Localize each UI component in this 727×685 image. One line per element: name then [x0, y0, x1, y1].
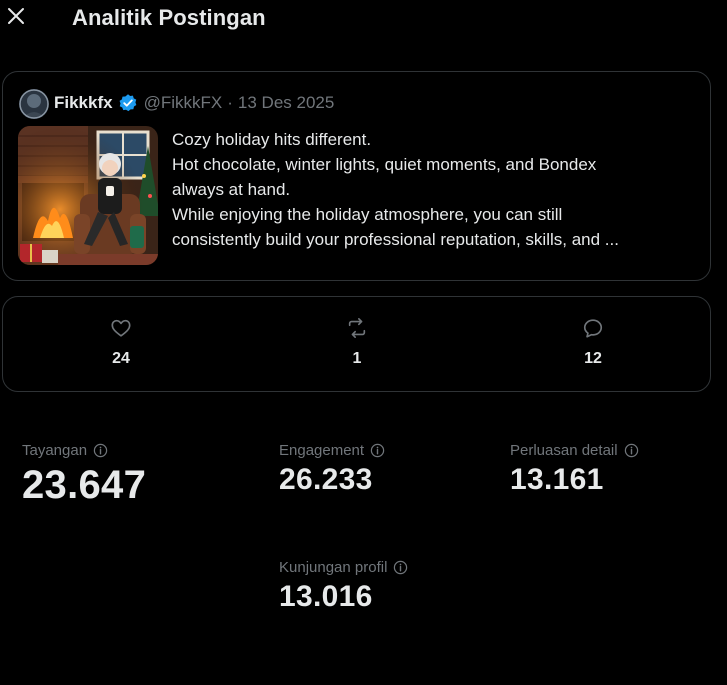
post-text-line: Hot chocolate, winter lights, quiet mome…	[172, 155, 597, 174]
replies-stat[interactable]: 12	[553, 317, 633, 368]
metric-impressions: Tayangan 23.647	[22, 442, 146, 508]
post-author-row: Fikkkfx @FikkkFX · 13 Des 2025	[54, 92, 334, 114]
heart-icon	[110, 317, 132, 344]
info-icon[interactable]	[393, 560, 408, 575]
close-button[interactable]	[2, 4, 30, 32]
metric-value: 23.647	[22, 463, 147, 507]
likes-stat[interactable]: 24	[81, 317, 161, 368]
metric-engagements: Engagement 26.233	[279, 442, 385, 497]
post-text-line: consistently build your professional rep…	[172, 230, 619, 249]
metric-label: Perluasan detail	[510, 442, 618, 459]
repost-icon	[345, 317, 369, 344]
author-name[interactable]: Fikkkfx	[54, 93, 113, 113]
metric-detail-expands: Perluasan detail 13.161	[510, 442, 639, 497]
verified-badge-icon	[118, 93, 138, 113]
engagement-card: 24 1 12	[2, 296, 711, 392]
likes-count: 24	[112, 350, 130, 367]
metric-value: 26.233	[279, 463, 373, 496]
post-text-line: always at hand.	[172, 180, 291, 199]
reposts-stat[interactable]: 1	[317, 317, 397, 368]
post-preview-card[interactable]: Fikkkfx @FikkkFX · 13 Des 2025 Cozy holi…	[2, 71, 711, 281]
post-text[interactable]: Cozy holiday hits different. Hot chocola…	[172, 127, 697, 252]
avatar[interactable]	[19, 89, 49, 119]
post-media-thumbnail[interactable]	[18, 126, 158, 265]
meta-separator: ·	[227, 93, 233, 112]
author-handle[interactable]: @FikkkFX	[144, 93, 223, 113]
reply-icon	[582, 317, 604, 344]
replies-count: 12	[584, 350, 602, 367]
post-analytics-page: Analitik Postingan Fikkkfx @FikkkFX · 13…	[0, 0, 727, 685]
reposts-count: 1	[352, 350, 362, 367]
metric-value: 13.161	[510, 463, 604, 496]
post-text-line: While enjoying the holiday atmosphere, y…	[172, 205, 563, 224]
metric-label: Tayangan	[22, 442, 88, 459]
post-text-line: Cozy holiday hits different.	[172, 130, 372, 149]
metric-label: Engagement	[279, 442, 365, 459]
info-icon[interactable]	[624, 443, 639, 458]
metric-value: 13.016	[279, 580, 373, 613]
info-icon[interactable]	[93, 443, 108, 458]
metric-label: Kunjungan profil	[279, 559, 388, 576]
page-title: Analitik Postingan	[72, 5, 266, 30]
post-date[interactable]: 13 Des 2025	[238, 93, 334, 113]
info-icon[interactable]	[370, 443, 385, 458]
metric-profile-visits: Kunjungan profil 13.016	[279, 559, 408, 614]
close-icon	[6, 6, 26, 31]
